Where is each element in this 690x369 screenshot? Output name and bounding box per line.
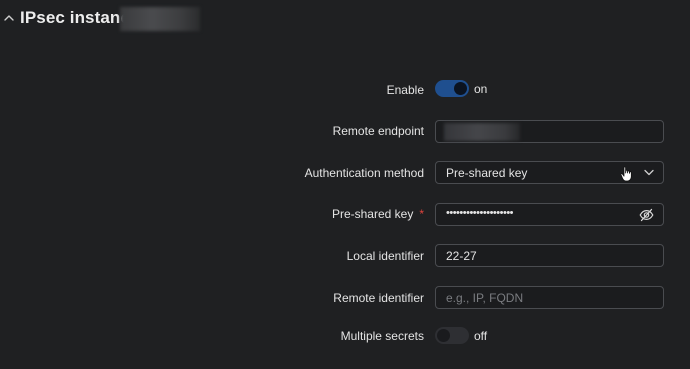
- auth-method-value: Pre-shared key: [446, 166, 528, 180]
- remote-id-input[interactable]: e.g., IP, FQDN: [435, 286, 664, 309]
- enable-toggle[interactable]: [435, 80, 469, 97]
- auth-method-label: Authentication method: [304, 166, 424, 180]
- psk-label: Pre-shared key *: [332, 207, 424, 221]
- local-id-value: 22-27: [446, 249, 477, 263]
- remote-id-placeholder: e.g., IP, FQDN: [446, 291, 524, 305]
- psk-masked-value: ••••••••••••••••••••: [446, 207, 514, 219]
- ipsec-instance-page: IPsec instance: Enable on Remote endpoin…: [0, 0, 690, 369]
- psk-input[interactable]: ••••••••••••••••••••: [435, 203, 664, 226]
- remote-endpoint-input[interactable]: [435, 120, 664, 143]
- multiple-secrets-state-text: off: [474, 329, 488, 343]
- multiple-secrets-label: Multiple secrets: [340, 329, 424, 343]
- chevron-up-icon[interactable]: [3, 12, 15, 24]
- toggle-knob: [454, 82, 467, 95]
- chevron-down-icon: [644, 169, 654, 176]
- psk-label-text: Pre-shared key: [331, 207, 414, 221]
- hand-cursor-icon: [620, 166, 632, 182]
- toggle-knob: [437, 329, 450, 342]
- redacted-endpoint-value: [444, 123, 520, 141]
- remote-endpoint-label: Remote endpoint: [332, 124, 424, 138]
- redacted-instance-name: [120, 7, 200, 31]
- multiple-secrets-toggle[interactable]: [435, 327, 469, 344]
- enable-label: Enable: [386, 83, 424, 97]
- enable-state-text: on: [474, 82, 488, 96]
- local-id-label: Local identifier: [346, 249, 424, 263]
- local-id-input[interactable]: 22-27: [435, 244, 664, 267]
- eye-slash-icon[interactable]: [639, 208, 654, 222]
- remote-id-label: Remote identifier: [333, 291, 424, 305]
- auth-method-select[interactable]: Pre-shared key: [435, 161, 664, 184]
- required-mark: *: [419, 207, 424, 221]
